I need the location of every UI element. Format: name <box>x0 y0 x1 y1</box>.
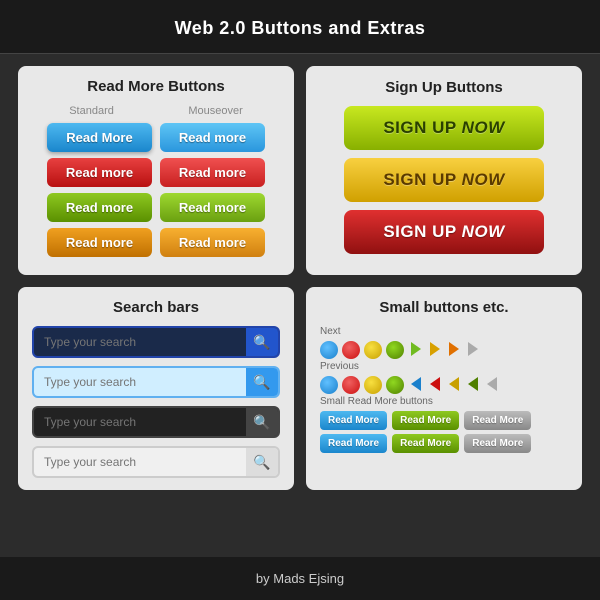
arrow-left-green[interactable] <box>465 376 481 392</box>
btn-row-3: Read more Read more <box>32 193 280 222</box>
arrow-left-blue[interactable] <box>408 376 424 392</box>
next-label: Next <box>320 326 568 337</box>
dot-yellow-prev[interactable] <box>364 376 382 394</box>
read-more-red-std[interactable]: Read more <box>47 158 152 187</box>
header: Web 2.0 Buttons and Extras <box>0 0 600 54</box>
dot-yellow[interactable] <box>364 341 382 359</box>
small-rm-blue-2[interactable]: Read More <box>320 434 387 453</box>
search-bar-light-blue: 🔍 <box>32 366 280 398</box>
arrow-left-gray[interactable] <box>484 376 500 392</box>
arrow-right-orange[interactable] <box>446 341 462 357</box>
search-button-light-gray[interactable]: 🔍 <box>246 448 278 476</box>
search-bars-container: 🔍 🔍 🔍 🔍 <box>32 326 280 478</box>
small-rm-row-1: Read More Read More Read More <box>320 411 568 430</box>
btn-row-2: Read more Read more <box>32 158 280 187</box>
arrow-left-red[interactable] <box>427 376 443 392</box>
arrow-right-gray[interactable] <box>465 341 481 357</box>
btn-row-1: Read More Read more <box>32 123 280 152</box>
signup-red[interactable]: SIGN UP NOW <box>344 210 544 254</box>
arrow-right-green[interactable] <box>408 341 424 357</box>
signup-title: Sign Up Buttons <box>385 79 502 96</box>
search-button-light-blue[interactable]: 🔍 <box>246 368 278 396</box>
small-title: Small buttons etc. <box>320 299 568 316</box>
search-button-dark-gray[interactable]: 🔍 <box>246 408 278 436</box>
read-more-section: Read More Buttons Standard Mouseover Rea… <box>18 66 294 275</box>
dot-red[interactable] <box>342 341 360 359</box>
prev-arrow-row <box>408 376 500 392</box>
search-title: Search bars <box>32 299 280 316</box>
search-bar-dark-gray: 🔍 <box>32 406 280 438</box>
small-rm-green-2[interactable]: Read More <box>392 434 459 453</box>
page-title: Web 2.0 Buttons and Extras <box>0 18 600 39</box>
read-more-title: Read More Buttons <box>32 78 280 95</box>
btn-row-4: Read more Read more <box>32 228 280 257</box>
footer: by Mads Ejsing <box>0 557 600 600</box>
signup-lime[interactable]: SIGN UP NOW <box>344 106 544 150</box>
search-bar-dark-blue: 🔍 <box>32 326 280 358</box>
search-bar-light-gray: 🔍 <box>32 446 280 478</box>
dot-blue[interactable] <box>320 341 338 359</box>
search-section: Search bars 🔍 🔍 🔍 🔍 <box>18 287 294 490</box>
col-labels: Standard Mouseover <box>32 105 280 117</box>
read-more-red-hover[interactable]: Read more <box>160 158 265 187</box>
arrow-right-yellow[interactable] <box>427 341 443 357</box>
next-dots-row <box>320 341 568 359</box>
search-input-dark-blue[interactable] <box>34 328 246 356</box>
next-arrow-row <box>408 341 481 357</box>
standard-label: Standard <box>69 105 114 117</box>
read-more-blue-std[interactable]: Read More <box>47 123 152 152</box>
small-rm-label: Small Read More buttons <box>320 396 568 407</box>
previous-label: Previous <box>320 361 568 372</box>
dot-green[interactable] <box>386 341 404 359</box>
signup-section: Sign Up Buttons SIGN UP NOW SIGN UP NOW … <box>306 66 582 275</box>
prev-dots-row <box>320 376 568 394</box>
search-button-dark-blue[interactable]: 🔍 <box>246 328 278 356</box>
read-more-blue-hover[interactable]: Read more <box>160 123 265 152</box>
small-section: Small buttons etc. Next Previous <box>306 287 582 490</box>
small-rm-blue-1[interactable]: Read More <box>320 411 387 430</box>
read-more-orange-hover[interactable]: Read more <box>160 228 265 257</box>
small-rm-gray-1[interactable]: Read More <box>464 411 531 430</box>
read-more-green-std[interactable]: Read more <box>47 193 152 222</box>
dot-blue-prev[interactable] <box>320 376 338 394</box>
small-rm-row-2: Read More Read More Read More <box>320 434 568 453</box>
mouseover-label: Mouseover <box>188 105 242 117</box>
search-input-light-blue[interactable] <box>34 368 246 396</box>
small-rm-gray-2[interactable]: Read More <box>464 434 531 453</box>
dot-red-prev[interactable] <box>342 376 360 394</box>
footer-credit: by Mads Ejsing <box>0 571 600 586</box>
read-more-orange-std[interactable]: Read more <box>47 228 152 257</box>
read-more-green-hover[interactable]: Read more <box>160 193 265 222</box>
search-input-light-gray[interactable] <box>34 448 246 476</box>
dot-green-prev[interactable] <box>386 376 404 394</box>
small-rm-green-1[interactable]: Read More <box>392 411 459 430</box>
search-input-dark-gray[interactable] <box>34 408 246 436</box>
arrow-left-yellow[interactable] <box>446 376 462 392</box>
signup-yellow[interactable]: SIGN UP NOW <box>344 158 544 202</box>
main-content: Read More Buttons Standard Mouseover Rea… <box>0 54 600 502</box>
